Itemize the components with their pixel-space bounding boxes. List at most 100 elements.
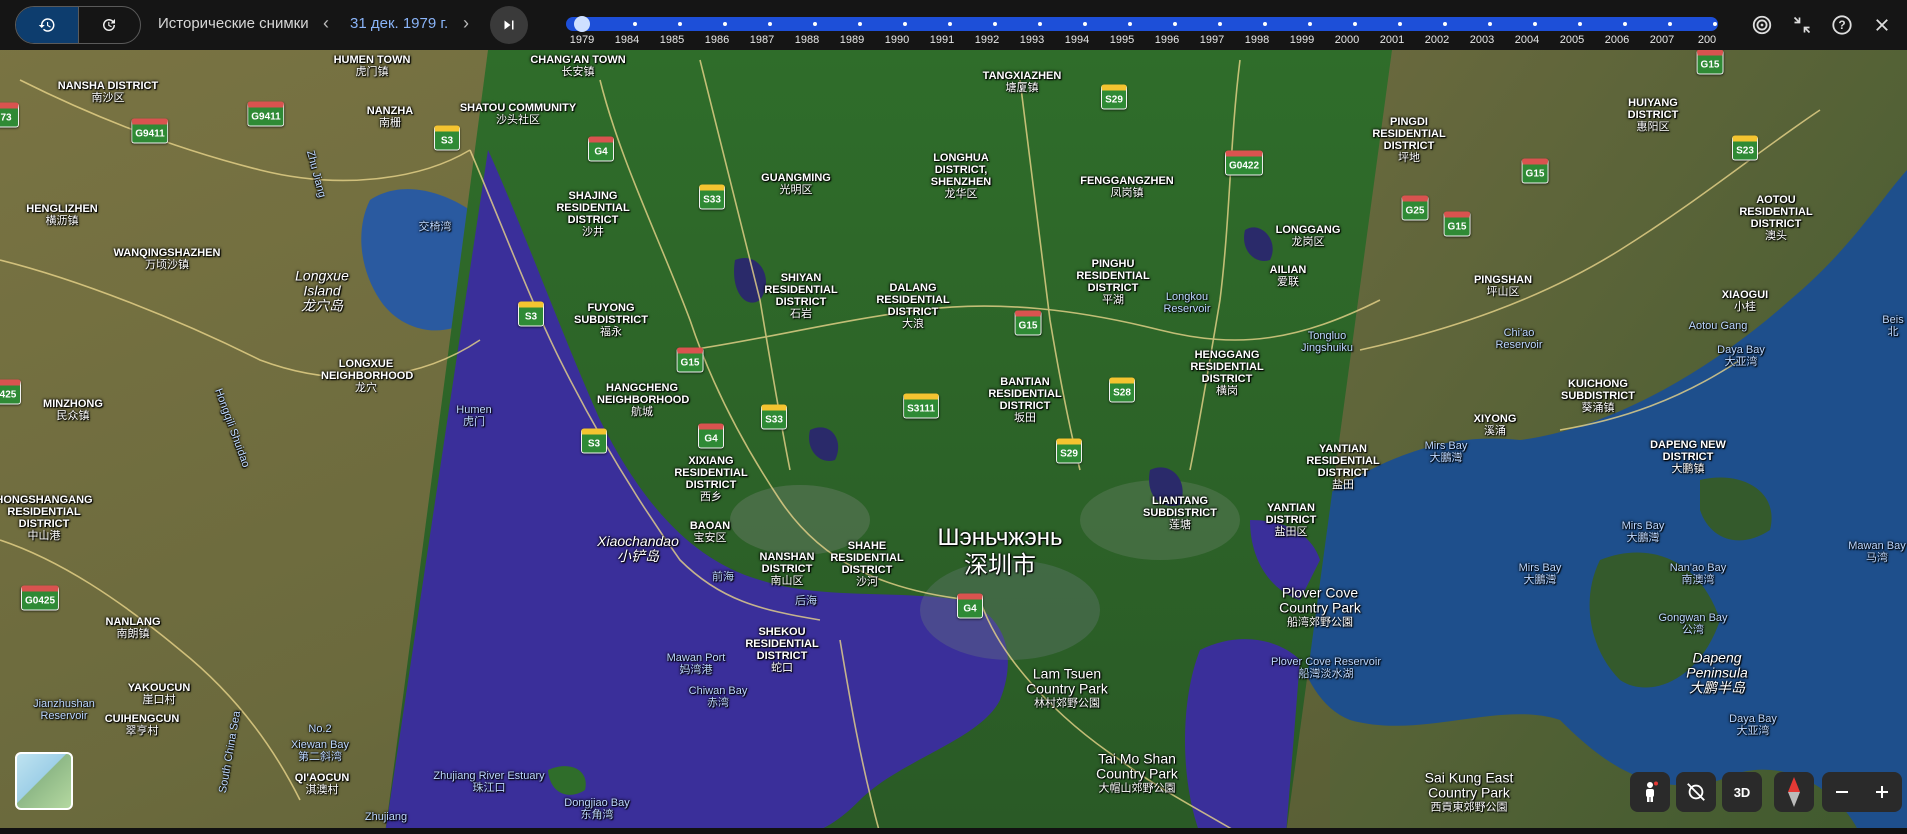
timeline-year-label[interactable]: 1985 xyxy=(660,34,684,46)
timeline-tick[interactable] xyxy=(1308,22,1312,26)
shield-s3: S3 xyxy=(581,428,607,454)
shield-g4: G4 xyxy=(698,423,724,449)
timeline-year-label[interactable]: 1990 xyxy=(885,34,909,46)
timeline-tick[interactable] xyxy=(633,22,637,26)
timeline-year-label[interactable]: 1997 xyxy=(1200,34,1224,46)
park-sai-kung-east: Sai Kung East Country Park 西貢東郊野公園 xyxy=(1424,769,1514,814)
timeline-year-label[interactable]: 1998 xyxy=(1245,34,1269,46)
skip-to-end-icon xyxy=(504,20,514,30)
timeline-tick[interactable] xyxy=(1533,22,1537,26)
place-xiaogui: XIAOGUI 小桂 xyxy=(1721,289,1769,313)
compass-icon xyxy=(1788,777,1800,807)
pegman-button[interactable] xyxy=(1630,772,1670,812)
timeline-year-label[interactable]: 2007 xyxy=(1650,34,1674,46)
collapse-button[interactable] xyxy=(1789,12,1815,38)
city-shenzhen[interactable]: Шэньчжэнь 深圳市 xyxy=(938,524,1063,580)
timeline-tick[interactable] xyxy=(948,22,952,26)
timeline-year-label[interactable]: 1993 xyxy=(1020,34,1044,46)
water-zhujiang: Zhujiang xyxy=(364,811,408,823)
timeline-year-label[interactable]: 2005 xyxy=(1560,34,1584,46)
timeline-tick[interactable] xyxy=(1668,22,1672,26)
refresh-clock-icon xyxy=(103,19,116,31)
timeline-tick[interactable] xyxy=(1623,22,1627,26)
timeline-year-label[interactable]: 1996 xyxy=(1155,34,1179,46)
shield-g15: G15 xyxy=(1696,49,1724,75)
shield-g9411: G9411 xyxy=(131,118,169,144)
place-tangxia: TANGXIAZHEN 塘厦镇 xyxy=(982,70,1062,94)
timeline-year-label[interactable]: 1992 xyxy=(975,34,999,46)
selected-date[interactable]: 31 дек. 1979 г. xyxy=(350,15,448,32)
timeline-tick[interactable] xyxy=(1218,22,1222,26)
historical-imagery-toolbar: Исторические снимки ‹ 31 дек. 1979 г. › … xyxy=(0,0,1907,50)
timeline-year-label[interactable]: 2000 xyxy=(1335,34,1359,46)
timeline-tick[interactable] xyxy=(1038,22,1042,26)
timeline-tick[interactable] xyxy=(768,22,772,26)
place-aotou: AOTOU RESIDENTIAL DISTRICT 澳头 xyxy=(1739,194,1813,242)
tilt-button[interactable] xyxy=(1676,772,1716,812)
timeline-tick[interactable] xyxy=(723,22,727,26)
timeline-slider[interactable] xyxy=(566,16,1718,32)
timeline-year-label[interactable]: 200 xyxy=(1698,34,1716,46)
timeline-year-label[interactable]: 1979 xyxy=(570,34,594,46)
timeline-tick[interactable] xyxy=(858,22,862,26)
water-chiwan-bay: Chiwan Bay 赤湾 xyxy=(688,685,748,709)
water-longkou: Longkou Reservoir xyxy=(1163,291,1211,315)
timeline-tick[interactable] xyxy=(1443,22,1447,26)
refresh-button[interactable] xyxy=(77,7,141,43)
timeline-year-label[interactable]: 1988 xyxy=(795,34,819,46)
water-beis: Beis 北 xyxy=(1882,314,1904,338)
map-viewport[interactable]: NANSHA DISTRICT 南沙区 HUMEN TOWN 虎门镇 CHANG'A… xyxy=(0,0,1907,834)
timeline-year-label[interactable]: 1987 xyxy=(750,34,774,46)
place-nanzha: NANZHA 南栅 xyxy=(366,105,414,129)
timeline-tick[interactable] xyxy=(1578,22,1582,26)
timeline-year-label[interactable]: 1995 xyxy=(1110,34,1134,46)
timeline-tick[interactable] xyxy=(678,22,682,26)
timeline-tick[interactable] xyxy=(1083,22,1087,26)
timeline-year-label[interactable]: 1999 xyxy=(1290,34,1314,46)
history-icon xyxy=(38,18,55,32)
zoom-in-button[interactable] xyxy=(1862,772,1902,812)
timeline-year-label[interactable]: 2001 xyxy=(1380,34,1404,46)
compass-button[interactable] xyxy=(1774,772,1814,812)
shield-s29: S29 xyxy=(1101,84,1127,110)
timeline-year-label[interactable]: 1991 xyxy=(930,34,954,46)
timeline-year-label[interactable]: 2002 xyxy=(1425,34,1449,46)
skip-to-latest-button[interactable] xyxy=(490,6,528,44)
water-houhai: 后海 xyxy=(795,595,817,607)
timeline-tick[interactable] xyxy=(1488,22,1492,26)
zoom-out-icon xyxy=(1836,791,1848,793)
place-baoan: BAOAN 宝安区 xyxy=(689,520,731,544)
timeline-tick[interactable] xyxy=(1128,22,1132,26)
zoom-out-button[interactable] xyxy=(1822,772,1862,812)
spiral-button[interactable] xyxy=(1749,12,1775,38)
place-hengli: HENGLIZHEN 横沥镇 xyxy=(26,203,98,227)
timeline-year-label[interactable]: 2004 xyxy=(1515,34,1539,46)
next-date-button[interactable]: › xyxy=(463,12,469,34)
timeline-tick[interactable] xyxy=(1353,22,1357,26)
3d-button[interactable]: 3D xyxy=(1722,772,1762,812)
layer-thumbnail[interactable] xyxy=(15,752,73,810)
prev-date-button[interactable]: ‹ xyxy=(323,12,329,34)
close-button[interactable] xyxy=(1869,12,1895,38)
history-button[interactable] xyxy=(16,7,78,43)
help-button[interactable]: ? xyxy=(1829,12,1855,38)
timeline-tick[interactable] xyxy=(813,22,817,26)
shield-g15: G15 xyxy=(1014,310,1042,336)
place-dapeng-nd: DAPENG NEW DISTRICT 大鹏镇 xyxy=(1650,439,1726,475)
timeline-tick[interactable] xyxy=(1263,22,1267,26)
timeline-tick[interactable] xyxy=(1398,22,1402,26)
timeline-tick[interactable] xyxy=(1173,22,1177,26)
timeline-year-label[interactable]: 1984 xyxy=(615,34,639,46)
timeline-tick[interactable] xyxy=(993,22,997,26)
timeline-year-label[interactable]: 1994 xyxy=(1065,34,1089,46)
timeline-tick[interactable] xyxy=(903,22,907,26)
timeline-tick[interactable] xyxy=(1713,22,1717,26)
timeline-handle[interactable] xyxy=(574,16,590,32)
place-longgang: LONGGANG 龙岗区 xyxy=(1275,224,1341,248)
shield-s33: S33 xyxy=(761,404,787,430)
timeline-year-label[interactable]: 1989 xyxy=(840,34,864,46)
timeline-year-label[interactable]: 1986 xyxy=(705,34,729,46)
timeline-year-label[interactable]: 2003 xyxy=(1470,34,1494,46)
water-dongjiao-bay: Dongjiao Bay 东角湾 xyxy=(564,797,630,821)
timeline-year-label[interactable]: 2006 xyxy=(1605,34,1629,46)
